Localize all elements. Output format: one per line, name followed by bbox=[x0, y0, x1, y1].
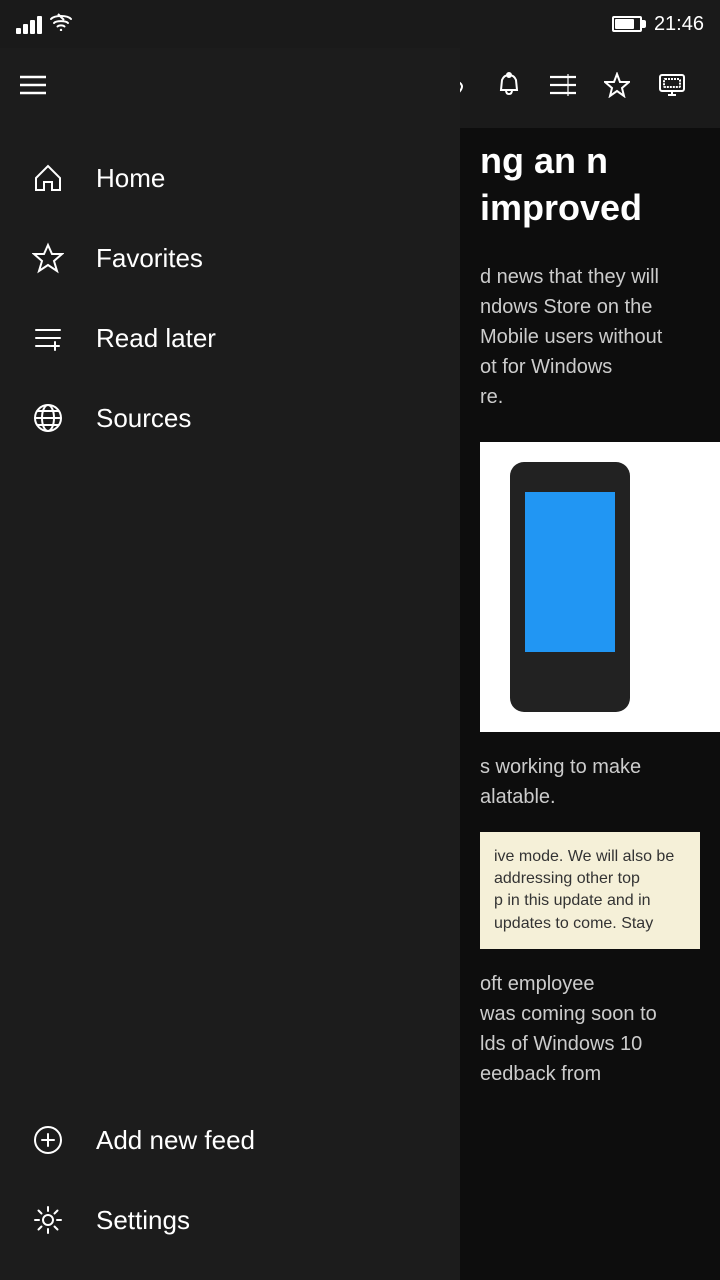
signal-icon bbox=[16, 14, 42, 34]
article-image bbox=[480, 442, 720, 732]
readlater-icon bbox=[30, 320, 66, 356]
phone-screen bbox=[525, 492, 615, 652]
sidebar-item-settings[interactable]: Settings bbox=[0, 1180, 460, 1260]
sidebar-item-read-later[interactable]: Read later bbox=[0, 298, 460, 378]
sidebar-item-home[interactable]: Home bbox=[0, 138, 460, 218]
cast-icon[interactable] bbox=[644, 63, 700, 114]
settings-label: Settings bbox=[96, 1205, 190, 1236]
favorites-nav-icon bbox=[30, 240, 66, 276]
sidebar-item-favorites[interactable]: Favorites bbox=[0, 218, 460, 298]
add-feed-icon bbox=[30, 1122, 66, 1158]
status-bar: 21:46 bbox=[0, 0, 720, 48]
phone-illustration bbox=[510, 462, 630, 712]
content-area: ng an n improved d news that they will n… bbox=[460, 128, 720, 1280]
status-right: 21:46 bbox=[612, 13, 704, 36]
sidebar-item-sources[interactable]: Sources bbox=[0, 378, 460, 458]
sidebar-item-add-feed[interactable]: Add new feed bbox=[0, 1100, 460, 1180]
nav-items: Home Favorites Read later bbox=[0, 128, 460, 1100]
feed-icon[interactable] bbox=[536, 64, 590, 113]
status-left bbox=[16, 13, 72, 36]
sidebar-bottom: Add new feed Settings bbox=[0, 1100, 460, 1280]
notification-icon[interactable] bbox=[482, 62, 536, 115]
sources-label: Sources bbox=[96, 403, 191, 434]
sidebar-toolbar bbox=[0, 48, 460, 128]
wifi-icon bbox=[50, 13, 72, 36]
article-more: s working to make alatable. bbox=[460, 742, 720, 822]
add-feed-label: Add new feed bbox=[96, 1125, 255, 1156]
favorites-label: Favorites bbox=[96, 243, 203, 274]
favorites-icon[interactable] bbox=[590, 62, 644, 115]
clock: 21:46 bbox=[654, 13, 704, 36]
sidebar-hamburger-button[interactable] bbox=[20, 75, 46, 101]
sidebar: Home Favorites Read later bbox=[0, 48, 460, 1280]
article-end: oft employee was coming soon to lds of W… bbox=[460, 959, 720, 1099]
article-heading: ng an n improved bbox=[460, 128, 720, 242]
globe-icon bbox=[30, 400, 66, 436]
battery-icon bbox=[612, 16, 642, 32]
home-label: Home bbox=[96, 163, 165, 194]
settings-icon bbox=[30, 1202, 66, 1238]
article-snippet: ive mode. We will also be addressing oth… bbox=[480, 832, 700, 950]
home-icon bbox=[30, 160, 66, 196]
readlater-label: Read later bbox=[96, 323, 216, 354]
article-body: d news that they will ndows Store on the… bbox=[460, 242, 720, 432]
